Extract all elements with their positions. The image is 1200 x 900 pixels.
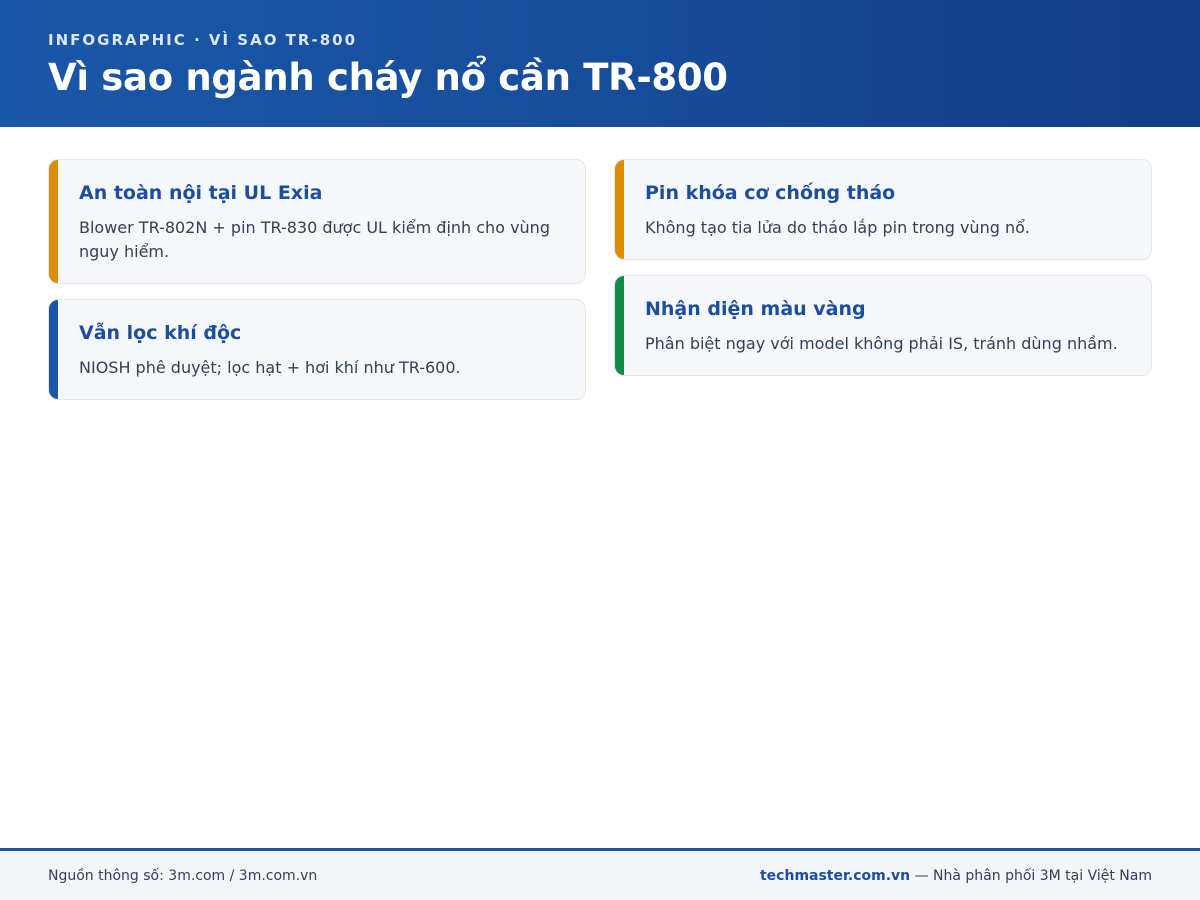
footer-source: Nguồn thông số: 3m.com / 3m.com.vn [48, 868, 318, 884]
footer-brand-link[interactable]: techmaster.com.vn [760, 868, 910, 884]
cards-grid: An toàn nội tại UL Exia Blower TR-802N +… [48, 159, 1152, 400]
footer: Nguồn thông số: 3m.com / 3m.com.vn techm… [0, 848, 1200, 900]
header-kicker: INFOGRAPHIC · VÌ SAO TR-800 [48, 31, 357, 49]
card-yellow-id: Nhận diện màu vàng Phân biệt ngay với mo… [614, 275, 1152, 376]
card-text: Blower TR-802N + pin TR-830 được UL kiểm… [79, 218, 550, 261]
card-title: Pin khóa cơ chống tháo [645, 182, 896, 204]
card-title: Vẫn lọc khí độc [79, 322, 242, 344]
card-text: NIOSH phê duyệt; lọc hạt + hơi khí như T… [79, 358, 461, 377]
footer-tagline: — Nhà phân phối 3M tại Việt Nam [910, 868, 1152, 884]
header-banner: INFOGRAPHIC · VÌ SAO TR-800 Vì sao ngành… [0, 0, 1200, 127]
card-toxic-filter: Vẫn lọc khí độc NIOSH phê duyệt; lọc hạt… [48, 299, 586, 400]
card-battery-lock: Pin khóa cơ chống tháo Không tạo tia lửa… [614, 159, 1152, 260]
card-ul-exia: An toàn nội tại UL Exia Blower TR-802N +… [48, 159, 586, 284]
card-text: Không tạo tia lửa do tháo lắp pin trong … [645, 218, 1030, 237]
card-title: Nhận diện màu vàng [645, 298, 866, 320]
footer-credit: techmaster.com.vn — Nhà phân phối 3M tại… [760, 868, 1152, 884]
card-title: An toàn nội tại UL Exia [79, 182, 323, 204]
cards-column-right: Pin khóa cơ chống tháo Không tạo tia lửa… [614, 159, 1152, 400]
card-text: Phân biệt ngay với model không phải IS, … [645, 334, 1118, 353]
page-title: Vì sao ngành cháy nổ cần TR-800 [48, 56, 728, 99]
cards-column-left: An toàn nội tại UL Exia Blower TR-802N +… [48, 159, 586, 400]
